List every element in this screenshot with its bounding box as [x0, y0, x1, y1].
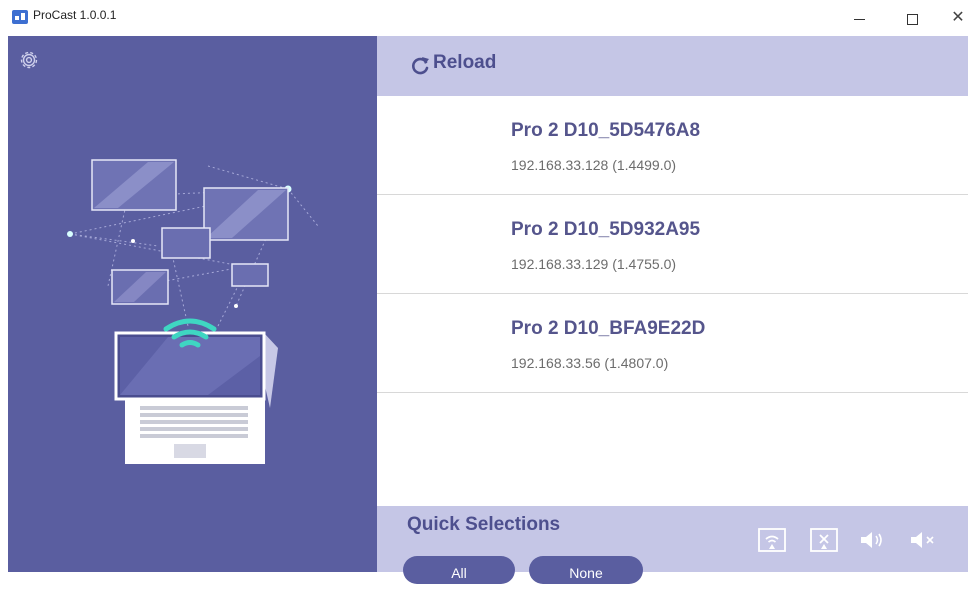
select-all-button[interactable]: All — [403, 556, 515, 584]
device-address: 192.168.33.128 (1.4499.0) — [511, 157, 677, 173]
quick-selections-bar: Quick Selections All None — [377, 506, 968, 584]
device-name: Pro 2 D10_5D5476A8 — [511, 120, 701, 141]
device-item[interactable]: Pro 2 D10_5D932A95 192.168.33.129 (1.475… — [377, 195, 968, 294]
reload-button[interactable]: Reload — [433, 52, 496, 74]
stop-cast-icon[interactable] — [807, 526, 841, 554]
device-address: 192.168.33.56 (1.4807.0) — [511, 355, 669, 371]
device-panel: Reload Pro 2 D10_5D5476A8 192.168.33.128… — [377, 36, 968, 584]
maximize-icon[interactable] — [898, 8, 926, 28]
device-name: Pro 2 D10_BFA9E22D — [511, 318, 706, 339]
quick-selections-title: Quick Selections — [407, 514, 561, 535]
title-bar: ProCast 1.0.0.1 ✕ — [0, 0, 968, 36]
illustration-panel — [8, 36, 377, 572]
app-logo-icon — [12, 10, 28, 24]
select-none-button[interactable]: None — [529, 556, 643, 584]
volume-icon[interactable] — [855, 526, 889, 554]
device-address: 192.168.33.129 (1.4755.0) — [511, 256, 677, 272]
casting-illustration — [67, 159, 319, 464]
mute-icon[interactable] — [907, 526, 941, 554]
window-title: ProCast 1.0.0.1 — [33, 8, 117, 22]
reload-bar: Reload — [377, 36, 968, 96]
device-item[interactable]: Pro 2 D10_5D5476A8 192.168.33.128 (1.449… — [377, 96, 968, 195]
device-item[interactable]: Pro 2 D10_BFA9E22D 192.168.33.56 (1.4807… — [377, 294, 968, 393]
gear-icon[interactable] — [17, 48, 41, 72]
minimize-icon[interactable] — [845, 8, 873, 28]
close-icon[interactable]: ✕ — [944, 8, 968, 28]
reload-icon[interactable] — [409, 53, 433, 77]
device-name: Pro 2 D10_5D932A95 — [511, 219, 701, 240]
cast-screen-icon[interactable] — [755, 526, 789, 554]
